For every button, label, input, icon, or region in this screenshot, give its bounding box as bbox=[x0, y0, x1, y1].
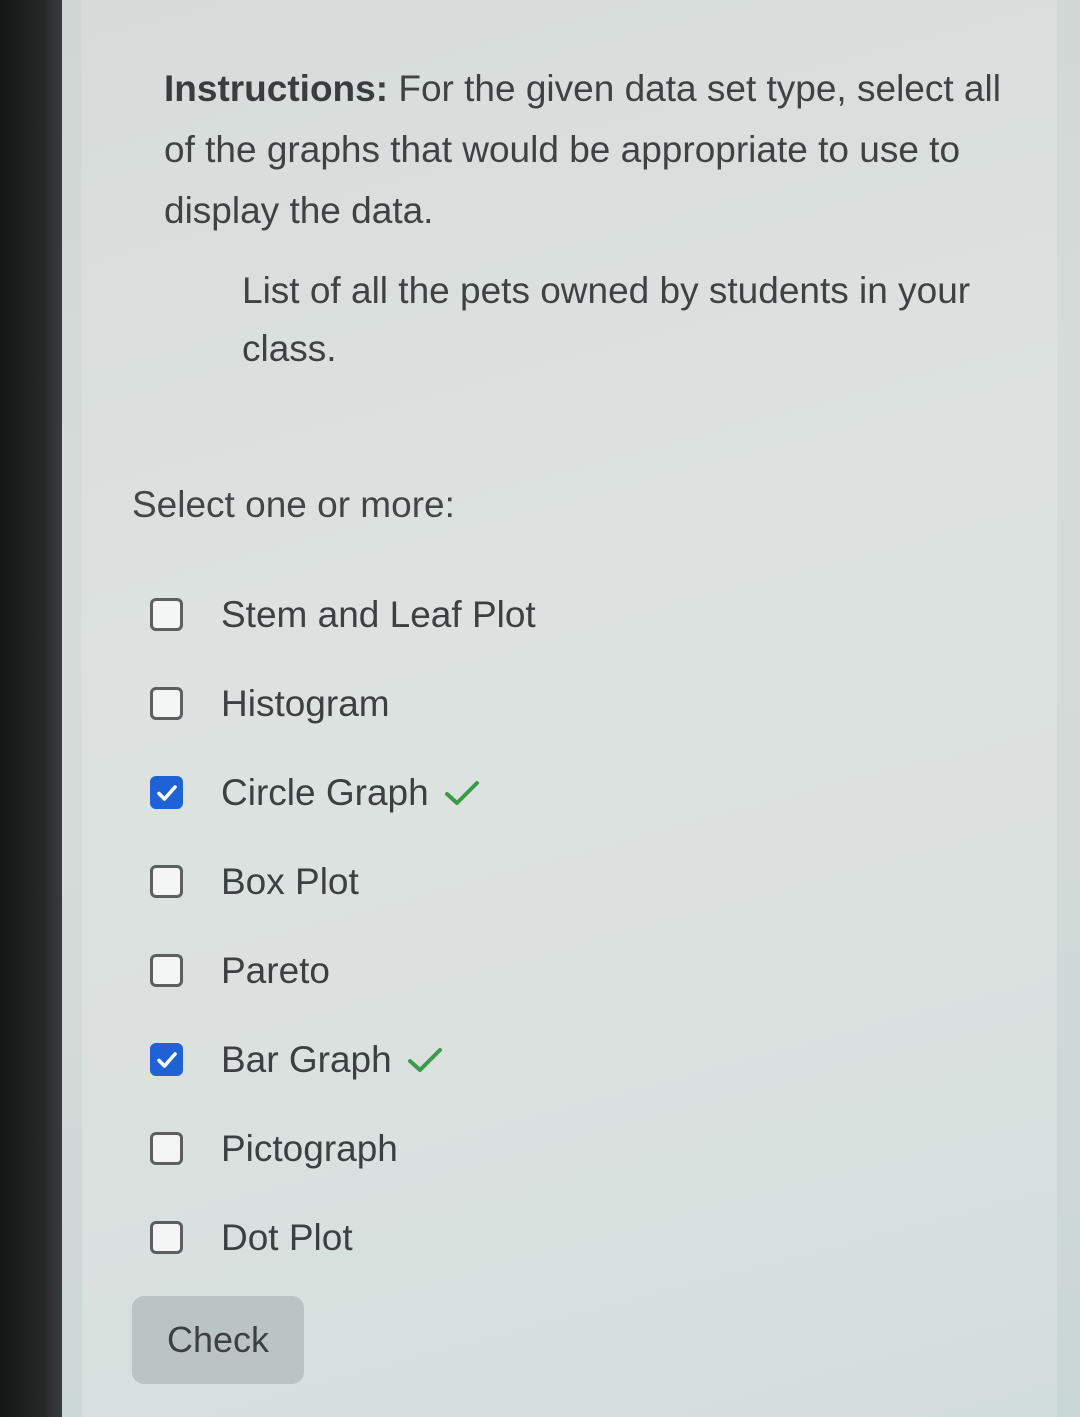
answer-options: Stem and Leaf Plot Histogram Circle Grap… bbox=[150, 570, 536, 1282]
checkbox[interactable] bbox=[150, 776, 183, 809]
checkbox[interactable] bbox=[150, 687, 183, 720]
device-bezel bbox=[0, 0, 62, 1417]
checkbox[interactable] bbox=[150, 598, 183, 631]
check-button[interactable]: Check bbox=[132, 1296, 304, 1384]
checkmark-icon bbox=[156, 1051, 177, 1068]
option-label[interactable]: Circle Graph bbox=[221, 772, 429, 814]
checkbox[interactable] bbox=[150, 1043, 183, 1076]
checkmark-icon bbox=[156, 784, 177, 801]
option-dot-plot[interactable]: Dot Plot bbox=[150, 1193, 536, 1282]
checkbox[interactable] bbox=[150, 954, 183, 987]
option-label[interactable]: Pareto bbox=[221, 950, 330, 992]
option-label[interactable]: Stem and Leaf Plot bbox=[221, 594, 536, 636]
option-label[interactable]: Histogram bbox=[221, 683, 390, 725]
option-circle-graph[interactable]: Circle Graph bbox=[150, 748, 536, 837]
option-histogram[interactable]: Histogram bbox=[150, 659, 536, 748]
green-checkmark-icon bbox=[444, 780, 479, 805]
option-label[interactable]: Box Plot bbox=[221, 861, 359, 903]
checkbox[interactable] bbox=[150, 1132, 183, 1165]
question-panel: Instructions: For the given data set typ… bbox=[82, 0, 1057, 1417]
option-box-plot[interactable]: Box Plot bbox=[150, 837, 536, 926]
select-prompt: Select one or more: bbox=[132, 484, 455, 525]
instructions: Instructions: For the given data set typ… bbox=[164, 58, 1024, 241]
option-stem-and-leaf-plot[interactable]: Stem and Leaf Plot bbox=[150, 570, 536, 659]
option-label[interactable]: Bar Graph bbox=[221, 1039, 392, 1081]
option-bar-graph[interactable]: Bar Graph bbox=[150, 1015, 536, 1104]
option-label[interactable]: Pictograph bbox=[221, 1128, 398, 1170]
option-pareto[interactable]: Pareto bbox=[150, 926, 536, 1015]
option-pictograph[interactable]: Pictograph bbox=[150, 1104, 536, 1193]
checkbox[interactable] bbox=[150, 865, 183, 898]
screen: Instructions: For the given data set typ… bbox=[62, 0, 1080, 1417]
option-label[interactable]: Dot Plot bbox=[221, 1217, 353, 1259]
instructions-label: Instructions: bbox=[164, 68, 389, 109]
checkbox[interactable] bbox=[150, 1221, 183, 1254]
green-checkmark-icon bbox=[407, 1047, 442, 1072]
dataset-description: List of all the pets owned by students i… bbox=[242, 270, 971, 369]
